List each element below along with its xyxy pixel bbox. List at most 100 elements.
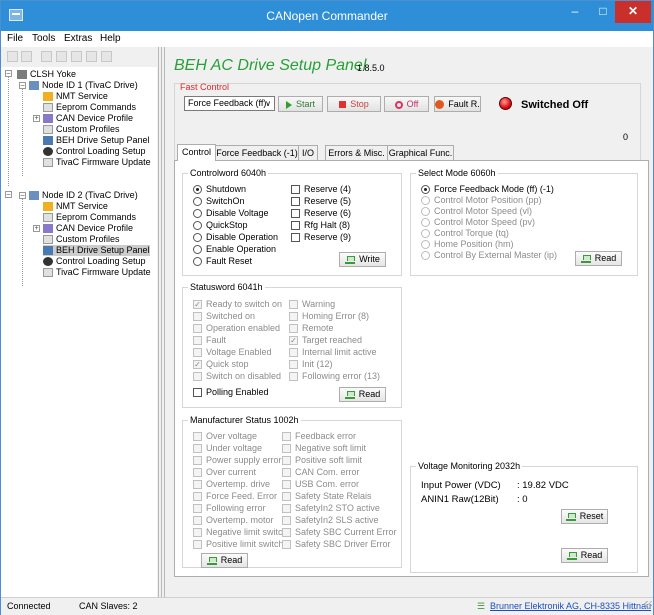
gears-icon xyxy=(43,246,53,255)
manufacturer-status-group: Manufacturer Status 1002h Over voltage U… xyxy=(182,415,402,568)
polling-enabled-checkbox[interactable]: Polling Enabled xyxy=(193,387,269,398)
title-bar: CANopen Commander – □ ✕ xyxy=(1,1,653,31)
tree-item-nmt-service-1[interactable]: NMT Service xyxy=(43,91,108,102)
mfr-safetyin2-sls: SafetyIn2 SLS active xyxy=(282,515,379,526)
start-button[interactable]: Start xyxy=(278,96,323,112)
node-icon xyxy=(29,81,39,90)
tree-item-node-2[interactable]: Node ID 2 (TivaC Drive) xyxy=(29,190,138,201)
fault-reset-button[interactable]: Fault R. xyxy=(434,96,481,112)
checkbox-reserve-5[interactable]: Reserve (5) xyxy=(291,196,351,207)
mfr-force-feed-error: Force Feed. Error xyxy=(193,491,277,502)
anin1-raw-value: : 0 xyxy=(517,494,528,505)
collapse-toggle[interactable]: – xyxy=(19,82,26,89)
radio-disable-operation[interactable]: Disable Operation xyxy=(193,232,278,243)
save-icon[interactable] xyxy=(71,51,82,62)
menu-extras[interactable]: Extras xyxy=(64,33,92,44)
radio-disable-voltage[interactable]: Disable Voltage xyxy=(193,208,269,219)
move-up-icon[interactable] xyxy=(7,51,18,62)
write-icon xyxy=(345,255,356,264)
voltage-reset-button[interactable]: Reset xyxy=(561,509,608,524)
off-button[interactable]: Off xyxy=(384,96,429,112)
resize-grip-icon[interactable] xyxy=(644,601,652,609)
application-window: CANopen Commander – □ ✕ File Tools Extra… xyxy=(0,0,654,615)
delete-icon[interactable] xyxy=(86,51,97,62)
radio-shutdown[interactable]: Shutdown xyxy=(193,184,246,195)
tab-force-feedback[interactable]: Force Feedback (-1) xyxy=(215,145,299,160)
mfr-over-current: Over current xyxy=(193,467,256,478)
tab-errors-misc[interactable]: Errors & Misc. xyxy=(325,145,388,160)
collapse-toggle[interactable]: – xyxy=(19,192,26,199)
tree-item-firmware-2[interactable]: TivaC Firmware Update xyxy=(43,267,151,278)
mode-dropdown[interactable]: Force Feedback (ff) ∨ xyxy=(184,96,275,111)
radio-fault-reset[interactable]: Fault Reset xyxy=(193,256,252,267)
mode-option-pv: Control Motor Speed (pv) xyxy=(421,217,535,228)
status-following-error: Following error (13) xyxy=(289,371,380,382)
statusword-group: Statusword 6041h ✓ Ready to switch on Swi… xyxy=(182,282,402,408)
expand-toggle[interactable]: + xyxy=(33,115,40,122)
tree-item-eeprom-1[interactable]: Eeprom Commands xyxy=(43,102,136,113)
tree-item-can-profile-1[interactable]: CAN Device Profile xyxy=(43,113,133,124)
mode-option-pp: Control Motor Position (pp) xyxy=(421,195,542,206)
mode-read-button[interactable]: Read xyxy=(575,251,622,266)
stop-button[interactable]: Stop xyxy=(327,96,381,112)
expand-toggle[interactable]: + xyxy=(33,225,40,232)
tree-item-clsh-yoke[interactable]: CLSH Yoke xyxy=(17,69,76,80)
voltage-monitoring-title: Voltage Monitoring 2032h xyxy=(416,461,523,471)
status-target-reached: ✓ Target reached xyxy=(289,335,363,345)
tree-item-can-profile-2[interactable]: CAN Device Profile xyxy=(43,223,133,234)
voltage-read-button[interactable]: Read xyxy=(561,548,608,563)
tab-graphical-func[interactable]: Graphical Func. xyxy=(387,145,454,160)
open-folder-icon[interactable] xyxy=(56,51,67,62)
mode-option-ff[interactable]: Force Feedback Mode (ff) (-1) xyxy=(421,184,554,195)
tree-item-eeprom-2[interactable]: Eeprom Commands xyxy=(43,212,136,223)
panel-version: 1.8.5.0 xyxy=(357,63,385,73)
tree-item-beh-panel-2[interactable]: BEH Drive Setup Panel xyxy=(43,245,150,256)
counter-value: 0 xyxy=(623,132,629,142)
company-link[interactable]: Brunner Elektronik AG, CH-8335 Hittnau xyxy=(490,601,651,611)
radio-switchon[interactable]: SwitchOn xyxy=(193,196,245,207)
close-button[interactable]: ✕ xyxy=(615,1,651,23)
menu-help[interactable]: Help xyxy=(100,33,121,44)
can-slaves-count: CAN Slaves: 2 xyxy=(79,601,138,611)
tree-item-custom-profiles-2[interactable]: Custom Profiles xyxy=(43,234,120,245)
status-bar: Connected CAN Slaves: 2 ☰ Brunner Elektr… xyxy=(1,597,653,615)
checkbox-rfg-halt[interactable]: Rfg Halt (8) xyxy=(291,220,350,231)
menu-file[interactable]: File xyxy=(7,33,23,44)
tree-item-custom-profiles-1[interactable]: Custom Profiles xyxy=(43,124,120,135)
checkbox-reserve-4[interactable]: Reserve (4) xyxy=(291,184,351,195)
status-voltage-enabled: Voltage Enabled xyxy=(193,347,272,358)
tree-item-firmware-1[interactable]: TivaC Firmware Update xyxy=(43,157,151,168)
radio-enable-operation[interactable]: Enable Operation xyxy=(193,244,276,255)
reset-icon xyxy=(565,512,576,521)
mfr-safety-state-relais: Safety State Relais xyxy=(282,491,372,502)
gears-icon xyxy=(43,136,53,145)
fault-reset-icon xyxy=(435,100,445,110)
tree-item-node-1[interactable]: Node ID 1 (TivaC Drive) xyxy=(29,80,138,91)
properties-icon[interactable] xyxy=(101,51,112,62)
splitter[interactable] xyxy=(157,47,165,597)
collapse-toggle[interactable]: – xyxy=(5,70,12,77)
mode-option-ip: Control By External Master (ip) xyxy=(421,250,557,261)
collapse-toggle[interactable]: – xyxy=(5,191,12,198)
mfr-positive-limit-switch: Positive limit switch xyxy=(193,539,284,550)
tree-item-beh-panel-1[interactable]: BEH Drive Setup Panel xyxy=(43,135,150,146)
maximize-button[interactable]: □ xyxy=(589,1,617,23)
tree-item-nmt-service-2[interactable]: NMT Service xyxy=(43,201,108,212)
tree-item-control-loading-1[interactable]: Control Loading Setup xyxy=(43,146,146,157)
checkbox-reserve-9[interactable]: Reserve (9) xyxy=(291,232,351,243)
write-button[interactable]: Write xyxy=(339,252,386,267)
controlword-group: Controlword 6040h Shutdown SwitchOn Disa… xyxy=(182,168,402,276)
move-down-icon[interactable] xyxy=(21,51,32,62)
menu-tools[interactable]: Tools xyxy=(32,33,55,44)
checkbox-reserve-6[interactable]: Reserve (6) xyxy=(291,208,351,219)
tab-io[interactable]: I/O xyxy=(298,145,318,160)
mode-option-vl: Control Motor Speed (vl) xyxy=(421,206,532,217)
new-file-icon[interactable] xyxy=(41,51,52,62)
status-switch-on-disabled: Switch on disabled xyxy=(193,371,281,382)
tab-control[interactable]: Control xyxy=(177,144,216,161)
radio-quickstop[interactable]: QuickStop xyxy=(193,220,248,231)
tree-item-control-loading-2[interactable]: Control Loading Setup xyxy=(43,256,146,267)
manufacturer-read-button[interactable]: Read xyxy=(201,553,248,568)
minimize-button[interactable]: – xyxy=(561,1,589,23)
statusword-read-button[interactable]: Read xyxy=(339,387,386,402)
